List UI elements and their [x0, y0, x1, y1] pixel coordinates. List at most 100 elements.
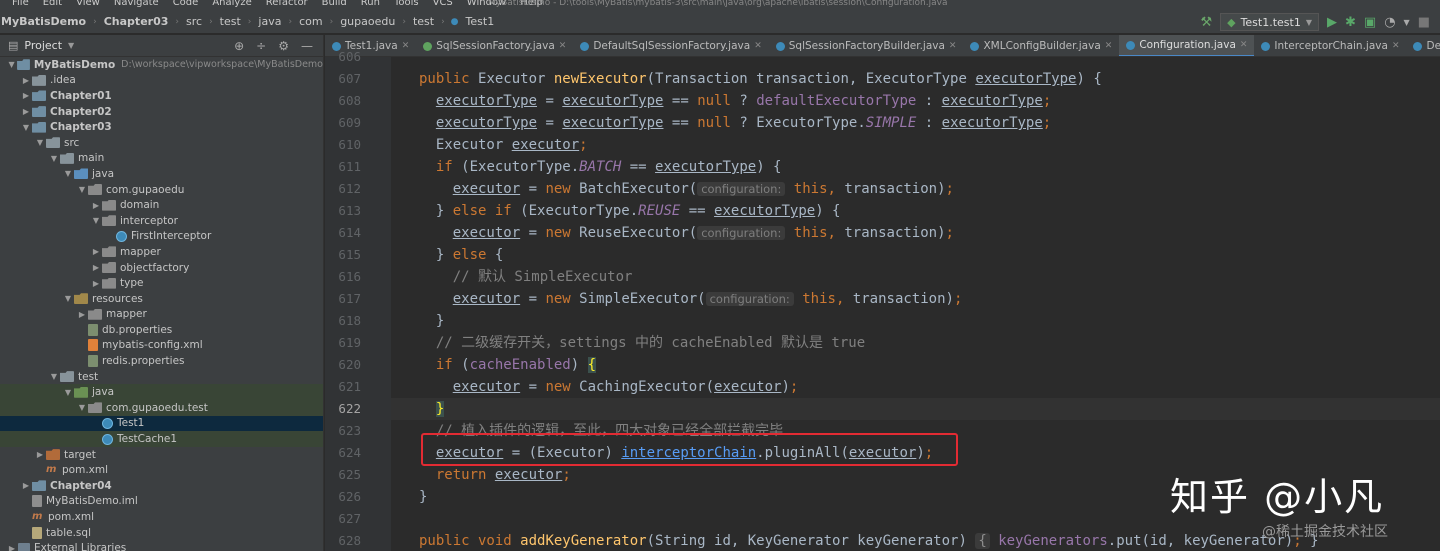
- hide-icon[interactable]: —: [301, 39, 313, 53]
- breadcrumb-item[interactable]: test: [412, 15, 435, 28]
- breadcrumb-item[interactable]: com: [298, 15, 324, 28]
- tree-item[interactable]: ▶ .idea: [0, 73, 323, 89]
- tree-item[interactable]: m pom.xml: [0, 462, 323, 478]
- tree-item[interactable]: ▶ External Libraries: [0, 540, 323, 551]
- tree-item[interactable]: TestCache1: [0, 431, 323, 447]
- expand-arrow-icon[interactable]: ▼: [62, 169, 74, 178]
- tree-item[interactable]: ▼ main: [0, 151, 323, 167]
- tree-item[interactable]: ▶ domain: [0, 197, 323, 213]
- breadcrumb-item[interactable]: Test1: [465, 15, 496, 28]
- expand-arrow-icon[interactable]: ▼: [20, 123, 32, 132]
- menu-item-vcs[interactable]: VCS: [433, 0, 453, 8]
- profile-icon[interactable]: ◔: [1384, 16, 1395, 29]
- locate-icon[interactable]: ⊕: [234, 39, 244, 53]
- expand-arrow-icon[interactable]: ▼: [76, 403, 88, 412]
- tree-item[interactable]: ▼ MyBatisDemo D:\workspace\vipworkspace\My…: [0, 57, 323, 73]
- menu-item-build[interactable]: Build: [322, 0, 347, 8]
- tree-item[interactable]: ▼ src: [0, 135, 323, 151]
- gear-icon[interactable]: ⚙: [278, 39, 289, 53]
- coverage-icon[interactable]: ▣: [1364, 16, 1376, 29]
- close-icon[interactable]: ✕: [949, 41, 957, 51]
- editor-tab[interactable]: DefaultSqlSessionFactory.java ✕: [573, 35, 768, 56]
- stop-icon[interactable]: ■: [1418, 16, 1430, 29]
- expand-arrow-icon[interactable]: ▼: [62, 294, 74, 303]
- breadcrumb-item[interactable]: gupaoedu: [339, 15, 396, 28]
- collapse-arrow-icon[interactable]: ▶: [20, 91, 32, 100]
- tree-item[interactable]: ▶ Chapter02: [0, 104, 323, 120]
- menu-item-edit[interactable]: Edit: [43, 0, 62, 8]
- breadcrumb-item[interactable]: src: [185, 15, 203, 28]
- menu-item-view[interactable]: View: [76, 0, 100, 8]
- tree-item[interactable]: ▼ com.gupaoedu.test: [0, 400, 323, 416]
- tree-item[interactable]: table.sql: [0, 525, 323, 541]
- more-chevron-icon[interactable]: ▼: [1404, 16, 1410, 29]
- tree-item[interactable]: ▼ java: [0, 384, 323, 401]
- menu-item-tools[interactable]: Tools: [394, 0, 419, 8]
- project-title[interactable]: Project: [24, 39, 62, 52]
- close-icon[interactable]: ✕: [559, 41, 567, 51]
- expand-arrow-icon[interactable]: ▼: [48, 154, 60, 163]
- tree-item[interactable]: ▼ test: [0, 369, 323, 385]
- tree-item[interactable]: mybatis-config.xml: [0, 338, 323, 354]
- editor-tab[interactable]: SqlSessionFactoryBuilder.java ✕: [769, 35, 964, 56]
- editor-tab[interactable]: XMLConfigBuilder.java ✕: [963, 35, 1119, 56]
- collapse-arrow-icon[interactable]: ▶: [20, 107, 32, 116]
- expand-arrow-icon[interactable]: ▼: [62, 388, 74, 397]
- tree-item[interactable]: MyBatisDemo.iml: [0, 494, 323, 510]
- menu-item-file[interactable]: File: [12, 0, 29, 8]
- tree-item[interactable]: ▶ mapper: [0, 307, 323, 323]
- breadcrumb-item[interactable]: java: [257, 15, 282, 28]
- close-icon[interactable]: ✕: [754, 41, 762, 51]
- collapse-icon[interactable]: ÷: [256, 39, 266, 53]
- editor-tab[interactable]: InterceptorChain.java ✕: [1254, 35, 1406, 56]
- collapse-arrow-icon[interactable]: ▶: [90, 201, 102, 210]
- tree-item[interactable]: ▶ objectfactory: [0, 260, 323, 276]
- editor-tab[interactable]: SqlSessionFactory.java ✕: [416, 35, 573, 56]
- collapse-arrow-icon[interactable]: ▶: [90, 263, 102, 272]
- menu-item-code[interactable]: Code: [173, 0, 199, 8]
- collapse-arrow-icon[interactable]: ▶: [76, 310, 88, 319]
- menu-item-navigate[interactable]: Navigate: [114, 0, 159, 8]
- breadcrumb-item[interactable]: MyBatisDemo: [0, 15, 87, 28]
- tree-item[interactable]: ▼ interceptor: [0, 213, 323, 229]
- expand-arrow-icon[interactable]: ▼: [90, 216, 102, 225]
- editor-tab[interactable]: DefaultSqlSession.java✕: [1406, 35, 1440, 56]
- close-icon[interactable]: ✕: [402, 41, 410, 51]
- menu-item-analyze[interactable]: Analyze: [212, 0, 251, 8]
- tree-item[interactable]: ▼ Chapter03: [0, 119, 323, 135]
- tree-item[interactable]: ▶ target: [0, 447, 323, 463]
- close-icon[interactable]: ✕: [1105, 41, 1113, 51]
- tree-item[interactable]: Test1: [0, 415, 323, 432]
- run-config-select[interactable]: ◆ Test1.test1 ▼: [1220, 13, 1319, 31]
- chevron-down-icon[interactable]: ▼: [68, 41, 74, 50]
- run-icon[interactable]: ▶: [1327, 16, 1337, 29]
- build-hammer-icon[interactable]: ⚒: [1200, 16, 1212, 29]
- expand-arrow-icon[interactable]: ▼: [6, 60, 17, 69]
- tree-item[interactable]: redis.properties: [0, 353, 323, 369]
- expand-arrow-icon[interactable]: ▼: [76, 185, 88, 194]
- tree-item[interactable]: ▼ com.gupaoedu: [0, 182, 323, 198]
- tree-item[interactable]: ▶ Chapter01: [0, 88, 323, 104]
- editor-tab[interactable]: Configuration.java ✕: [1119, 35, 1255, 56]
- expand-arrow-icon[interactable]: ▼: [34, 138, 46, 147]
- collapse-arrow-icon[interactable]: ▶: [90, 279, 102, 288]
- menu-item-refactor[interactable]: Refactor: [266, 0, 308, 8]
- tree-item[interactable]: FirstInterceptor: [0, 229, 323, 245]
- tree-item[interactable]: m pom.xml: [0, 509, 323, 525]
- close-icon[interactable]: ✕: [1392, 41, 1400, 51]
- breadcrumb-item[interactable]: Chapter03: [103, 15, 170, 28]
- debug-icon[interactable]: ✱: [1345, 16, 1356, 29]
- collapse-arrow-icon[interactable]: ▶: [20, 481, 32, 490]
- breadcrumb-item[interactable]: test: [219, 15, 242, 28]
- collapse-arrow-icon[interactable]: ▶: [6, 544, 18, 551]
- tree-item[interactable]: db.properties: [0, 322, 323, 338]
- tree-item[interactable]: ▼ java: [0, 166, 323, 182]
- close-icon[interactable]: ✕: [1240, 40, 1248, 50]
- tree-item[interactable]: ▶ type: [0, 275, 323, 291]
- collapse-arrow-icon[interactable]: ▶: [34, 450, 46, 459]
- menu-item-run[interactable]: Run: [361, 0, 380, 8]
- collapse-arrow-icon[interactable]: ▶: [20, 76, 32, 85]
- expand-arrow-icon[interactable]: ▼: [48, 372, 60, 381]
- tree-item[interactable]: ▶ Chapter04: [0, 478, 323, 494]
- tree-item[interactable]: ▼ resources: [0, 291, 323, 307]
